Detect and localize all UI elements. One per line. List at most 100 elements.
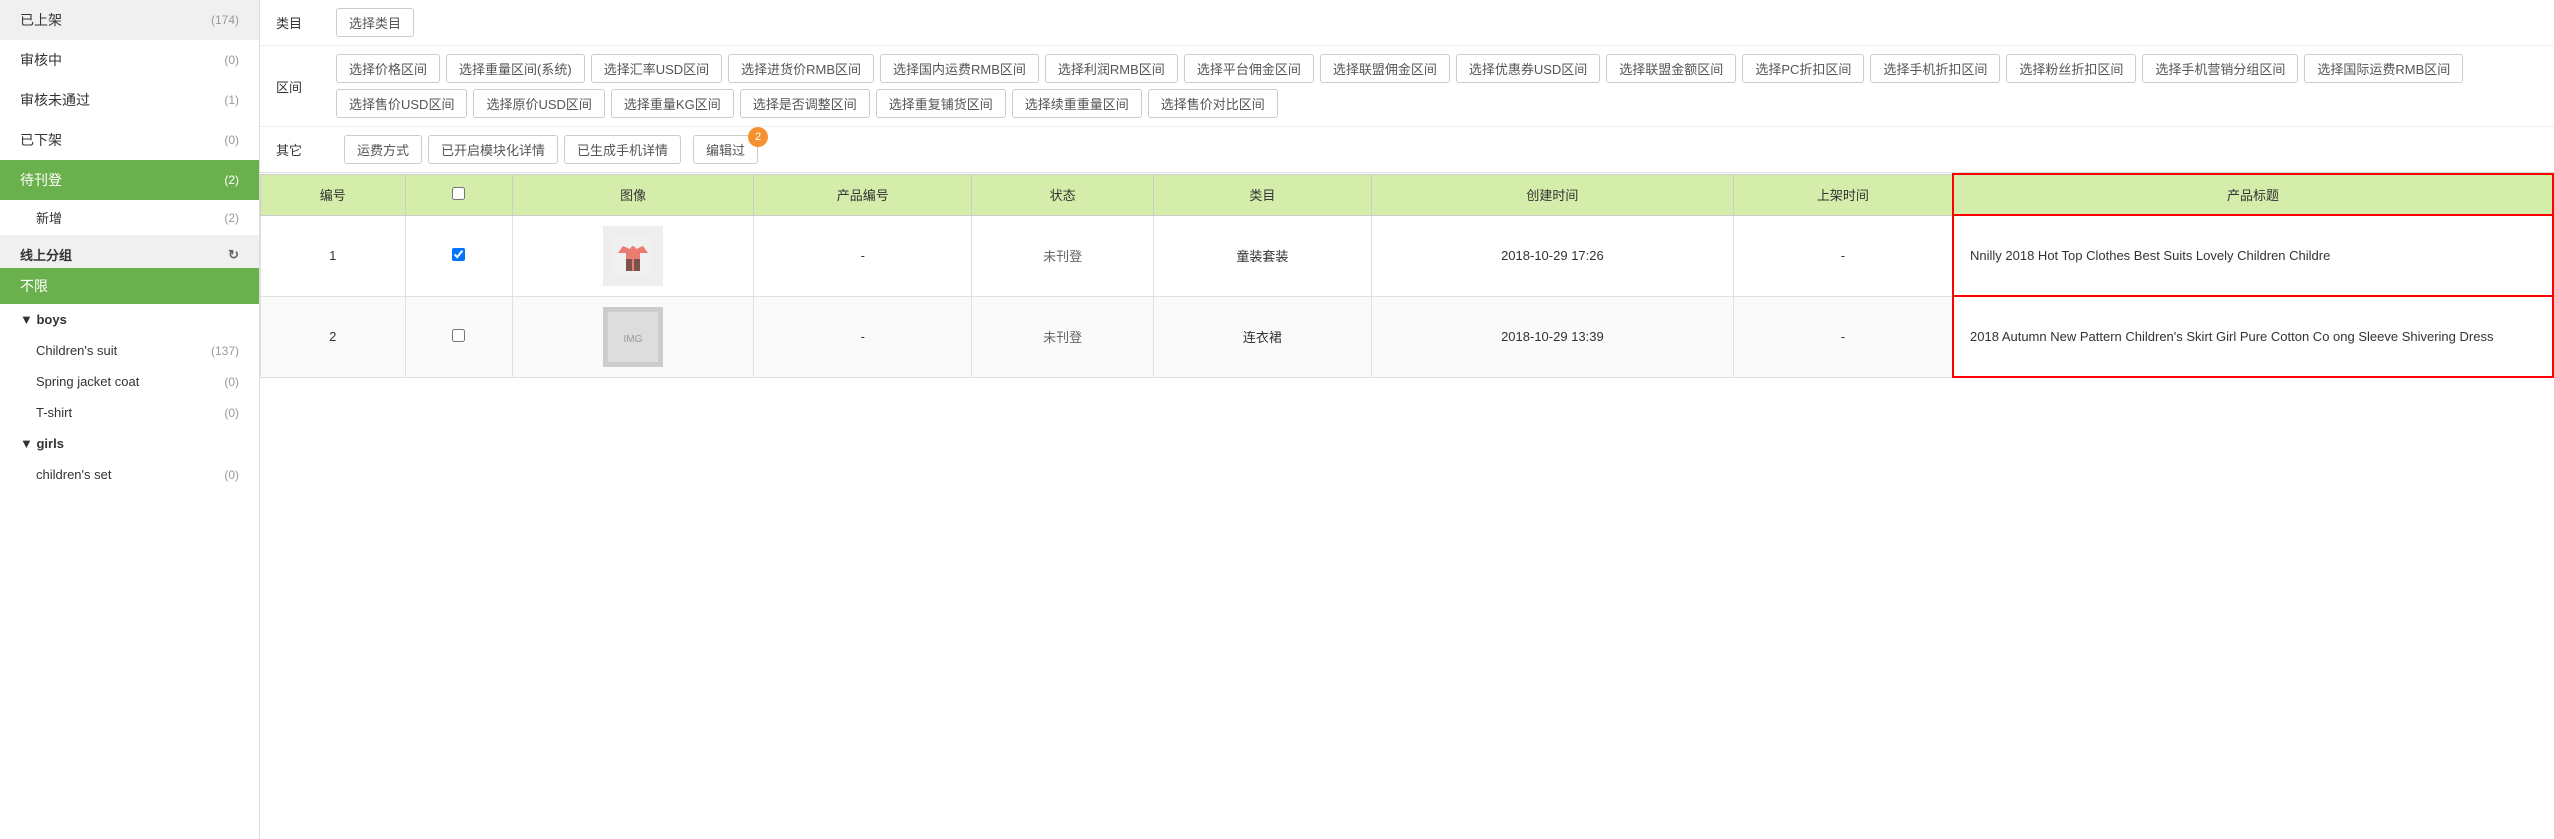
category-filter-row: 类目 选择类目 [260,0,2554,46]
range-tag-button[interactable]: 选择售价USD区间 [336,89,467,118]
sidebar-item-count: (2) [224,173,239,187]
sidebar-item-count: (0) [224,133,239,147]
sidebar-item-boys-tshirt[interactable]: T-shirt (0) [0,397,259,428]
table-row: 1 -未刊登童装套装2018-10-29 17:26-Nnilly 2018 H… [261,215,2554,296]
range-tag-button[interactable]: 选择汇率USD区间 [591,54,722,83]
cell-created: 2018-10-29 17:26 [1372,215,1734,296]
filter-area: 类目 选择类目 区间 选择价格区间选择重量区间(系统)选择汇率USD区间选择进货… [260,0,2554,173]
range-tag-button[interactable]: 选择国内运费RMB区间 [880,54,1039,83]
products-table: 编号 图像 产品编号 状态 类目 创建时间 上架时间 产品标题 1 [260,173,2554,378]
cell-category: 连衣裙 [1153,296,1371,377]
range-tags: 选择价格区间选择重量区间(系统)选择汇率USD区间选择进货价RMB区间选择国内运… [336,54,2538,118]
table-area: 编号 图像 产品编号 状态 类目 创建时间 上架时间 产品标题 1 [260,173,2554,839]
range-tag-button[interactable]: 选择售价对比区间 [1148,89,1278,118]
sidebar: 已上架 (174) 审核中 (0) 审核未通过 (1) 已下架 (0) 待刊登 … [0,0,260,839]
other-tag-button[interactable]: 已生成手机详情 [564,135,681,164]
range-tag-button[interactable]: 选择手机折扣区间 [1870,54,2000,83]
sidebar-item-boys-spring-jacket[interactable]: Spring jacket coat (0) [0,366,259,397]
col-product-no: 产品编号 [754,174,972,215]
range-tag-button[interactable]: 选择是否调整区间 [740,89,870,118]
range-tag-button[interactable]: 选择平台佣金区间 [1184,54,1314,83]
svg-text:IMG: IMG [624,334,643,345]
sidebar-item-count: (2) [224,211,239,225]
range-tag-button[interactable]: 选择优惠券USD区间 [1456,54,1600,83]
col-title: 产品标题 [1953,174,2553,215]
main-content: 类目 选择类目 区间 选择价格区间选择重量区间(系统)选择汇率USD区间选择进货… [260,0,2554,839]
range-label: 区间 [276,77,336,96]
col-image: 图像 [513,174,754,215]
range-tag-button[interactable]: 选择利润RMB区间 [1045,54,1178,83]
sidebar-item-delisted[interactable]: 已下架 (0) [0,120,259,160]
range-tag-button[interactable]: 选择联盟佣金区间 [1320,54,1450,83]
range-tag-button[interactable]: 选择重量KG区间 [611,89,734,118]
range-tag-button[interactable]: 选择续重重量区间 [1012,89,1142,118]
sidebar-item-count: (174) [211,13,239,27]
select-all-checkbox[interactable] [452,187,465,200]
sidebar-item-label: T-shirt [36,405,72,420]
sidebar-unlimited[interactable]: 不限 [0,268,259,304]
cell-id: 2 [261,296,406,377]
range-tag-button[interactable]: 选择粉丝折扣区间 [2006,54,2136,83]
range-tag-button[interactable]: 选择PC折扣区间 [1742,54,1864,83]
range-tag-button[interactable]: 选择联盟金额区间 [1606,54,1736,83]
cell-checkbox[interactable] [405,215,513,296]
cell-title: Nnilly 2018 Hot Top Clothes Best Suits L… [1953,215,2553,296]
col-checkbox [405,174,513,215]
range-tag-button[interactable]: 选择国际运费RMB区间 [2304,54,2463,83]
cell-title: 2018 Autumn New Pattern Children's Skirt… [1953,296,2553,377]
cell-listed: - [1733,215,1953,296]
product-thumbnail: IMG [603,307,663,367]
sidebar-item-count: (137) [211,344,239,358]
sidebar-item-label: 审核未通过 [20,90,90,110]
row-checkbox[interactable] [452,248,465,261]
range-tag-button[interactable]: 选择价格区间 [336,54,440,83]
sidebar-item-label: Spring jacket coat [36,374,139,389]
col-listed: 上架时间 [1733,174,1953,215]
sidebar-item-label: 新增 [36,208,62,227]
cell-image [513,215,754,296]
sidebar-item-boys-children-suit[interactable]: Children's suit (137) [0,335,259,366]
sidebar-unlimited-label: 不限 [20,278,48,294]
sidebar-item-label: children's set [36,467,111,482]
edit-badge-container: 编辑过 2 [693,135,758,164]
sidebar-item-approved[interactable]: 已上架 (174) [0,0,259,40]
cell-created: 2018-10-29 13:39 [1372,296,1734,377]
cell-status: 未刊登 [972,215,1153,296]
sidebar-item-count: (0) [224,468,239,482]
sidebar-online-group[interactable]: 线上分组 ↻ [0,235,259,268]
range-tag-button[interactable]: 选择重量区间(系统) [446,54,585,83]
row-checkbox[interactable] [452,329,465,342]
refresh-icon[interactable]: ↻ [228,247,239,263]
col-id: 编号 [261,174,406,215]
sidebar-item-label: Children's suit [36,343,117,358]
cell-product-no: - [754,215,972,296]
range-filter-row: 区间 选择价格区间选择重量区间(系统)选择汇率USD区间选择进货价RMB区间选择… [260,46,2554,127]
other-tag-button[interactable]: 运费方式 [344,135,422,164]
category-tags: 选择类目 [336,8,2538,37]
sidebar-item-reviewing[interactable]: 审核中 (0) [0,40,259,80]
sidebar-girls-group[interactable]: ▼ girls [0,428,259,459]
product-thumbnail [603,226,663,286]
cell-checkbox[interactable] [405,296,513,377]
sidebar-item-girls-children-set[interactable]: children's set (0) [0,459,259,490]
sidebar-section-label: 线上分组 [20,245,72,264]
sidebar-item-pending[interactable]: 待刊登 (2) [0,160,259,200]
range-tag-button[interactable]: 选择重复铺货区间 [876,89,1006,118]
cell-status: 未刊登 [972,296,1153,377]
cell-product-no: - [754,296,972,377]
range-tag-button[interactable]: 选择原价USD区间 [473,89,604,118]
other-tag-button[interactable]: 已开启模块化详情 [428,135,558,164]
sidebar-item-count: (1) [224,93,239,107]
range-tag-button[interactable]: 选择手机营销分组区间 [2142,54,2298,83]
edit-count-badge: 2 [748,127,768,147]
sidebar-item-rejected[interactable]: 审核未通过 (1) [0,80,259,120]
sidebar-boys-group[interactable]: ▼ boys [0,304,259,335]
sidebar-item-label: 审核中 [20,50,62,70]
sidebar-item-new[interactable]: 新增 (2) [0,200,259,235]
range-tag-button[interactable]: 选择进货价RMB区间 [728,54,874,83]
cell-listed: - [1733,296,1953,377]
category-select-button[interactable]: 选择类目 [336,8,414,37]
col-category: 类目 [1153,174,1371,215]
other-tags: 运费方式已开启模块化详情已生成手机详情 [344,135,681,164]
table-row: 2IMG-未刊登连衣裙2018-10-29 13:39-2018 Autumn … [261,296,2554,377]
